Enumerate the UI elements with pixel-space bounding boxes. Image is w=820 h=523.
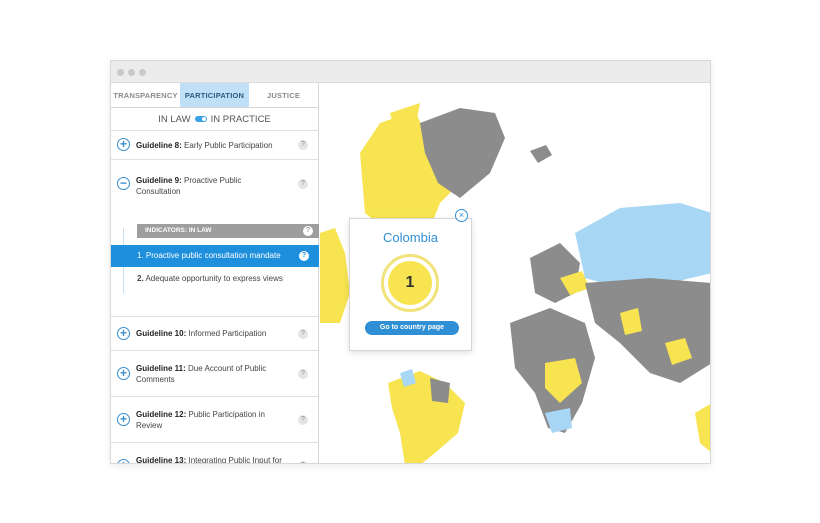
guideline-11[interactable]: + Guideline 11: Due Account of Public Co… [111, 351, 318, 397]
indicator-label: Adequate opportunity to express views [145, 274, 283, 283]
help-icon[interactable]: ? [298, 368, 308, 379]
collapse-icon[interactable]: − [117, 177, 130, 190]
indicators-header: INDICATORS: IN LAW ? [137, 224, 319, 238]
window-dot [139, 69, 146, 76]
indicator-number: 2. [137, 274, 144, 283]
popup-country-name: Colombia [383, 230, 438, 245]
expand-icon[interactable]: + [117, 138, 130, 151]
guideline-8[interactable]: + Guideline 8: Early Public Participatio… [111, 131, 318, 160]
help-icon[interactable]: ? [298, 179, 308, 189]
help-icon[interactable]: ? [298, 414, 308, 425]
indicator-number: 1. [137, 251, 144, 260]
indicator-label: Proactive public consultation mandate [145, 251, 281, 260]
tab-justice[interactable]: JUSTICE [249, 83, 318, 107]
toggle-label-law: IN LAW [158, 113, 191, 125]
tab-participation[interactable]: PARTICIPATION [180, 83, 249, 107]
tab-transparency[interactable]: TRANSPARENCY [111, 83, 180, 107]
guideline-number: Guideline 9: [136, 176, 182, 185]
law-practice-toggle: IN LAW IN PRACTICE [111, 108, 318, 131]
window-dot [128, 69, 135, 76]
expand-icon[interactable]: + [117, 326, 130, 340]
map-region-west-coast [320, 228, 350, 323]
indicator-item-2[interactable]: 2. Adequate opportunity to express views [137, 273, 287, 284]
guideline-number: Guideline 13: [136, 456, 187, 464]
map-region-australia [695, 404, 710, 452]
guideline-label: Guideline 10: Informed Participation [136, 328, 266, 339]
country-popup: Colombia 1 Go to country page [349, 218, 472, 351]
guideline-label: Guideline 11: Due Account of Public Comm… [136, 363, 288, 385]
close-icon[interactable]: × [455, 209, 468, 222]
law-practice-switch[interactable] [194, 116, 207, 122]
toggle-label-practice: IN PRACTICE [210, 113, 271, 125]
go-to-country-button[interactable]: Go to country page [365, 321, 459, 335]
sidebar: TRANSPARENCY PARTICIPATION JUSTICE IN LA… [111, 83, 319, 463]
expand-icon[interactable]: + [117, 366, 130, 380]
indicators-header-label: INDICATORS: IN LAW [145, 227, 212, 234]
guideline-10[interactable]: + Guideline 10: Informed Participation ? [111, 317, 318, 351]
map-region-asia [585, 278, 710, 383]
guideline-label: Guideline 9: Proactive Public Consultati… [136, 175, 288, 197]
window-dot [117, 69, 124, 76]
guideline-13[interactable]: + Guideline 13: Integrating Public Input… [111, 443, 318, 464]
guideline-number: Guideline 11: [136, 363, 186, 373]
title-bar [111, 61, 710, 83]
guideline-label: Guideline 8: Early Public Participation [136, 140, 273, 151]
guideline-label: Guideline 12: Public Participation in Re… [136, 409, 288, 431]
tab-bar: TRANSPARENCY PARTICIPATION JUSTICE [111, 83, 318, 108]
map-region-sa-gray [430, 378, 450, 403]
help-icon[interactable]: ? [303, 226, 313, 236]
map-region-iceland [530, 145, 552, 163]
guideline-9[interactable]: − Guideline 9: Proactive Public Consulta… [111, 160, 318, 317]
help-icon[interactable]: ? [298, 328, 308, 339]
help-icon[interactable]: ? [298, 461, 308, 463]
guideline-number: Guideline 10: [136, 329, 187, 338]
guideline-12[interactable]: + Guideline 12: Public Participation in … [111, 397, 318, 443]
score-ring: 1 [381, 254, 439, 312]
guideline-number: Guideline 8: [136, 140, 182, 150]
expand-icon[interactable]: + [117, 412, 130, 426]
map-region-south-america [388, 371, 465, 463]
indicator-item-1[interactable]: 1. Proactive public consultation mandate… [111, 245, 319, 267]
guideline-title: Early Public Participation [184, 140, 273, 150]
map-region-russia [575, 203, 710, 288]
expand-icon[interactable]: + [117, 459, 130, 463]
help-icon[interactable]: ? [299, 251, 309, 261]
guideline-title: Informed Participation [188, 329, 267, 338]
help-icon[interactable]: ? [298, 140, 308, 150]
guideline-label: Guideline 13: Integrating Public Input f… [136, 455, 288, 464]
score-value: 1 [388, 261, 432, 305]
guideline-number: Guideline 12: [136, 409, 187, 419]
